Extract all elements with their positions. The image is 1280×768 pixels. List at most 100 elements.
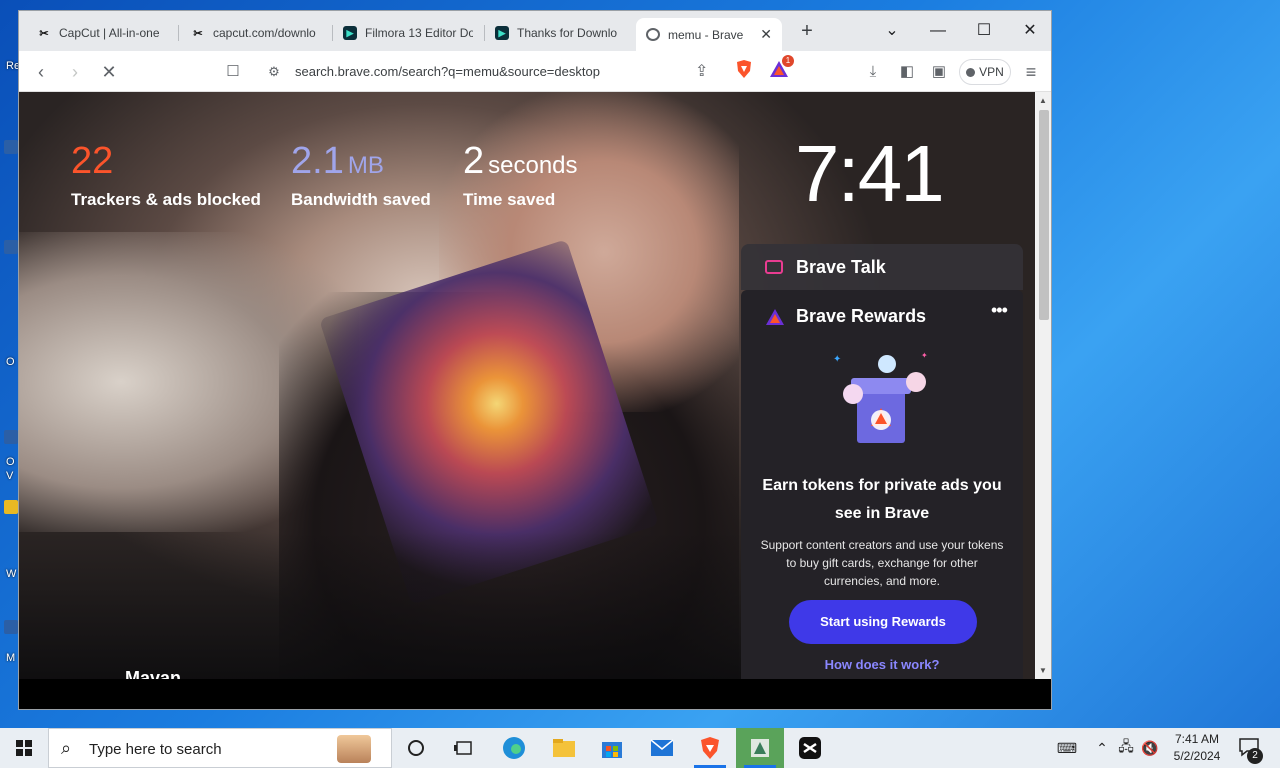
brave-talk-widget[interactable]: Brave Talk xyxy=(741,244,1023,290)
microsoft-store-icon[interactable] xyxy=(588,728,636,768)
desktop-icon-label: W xyxy=(6,568,17,580)
desktop-icon-label: V xyxy=(6,470,14,482)
windows-start-icon[interactable] xyxy=(0,728,48,768)
stat-label: Time saved xyxy=(463,190,556,209)
capcut-icon: ✂ xyxy=(39,27,49,40)
keyboard-icon[interactable]: ⌨ xyxy=(1052,728,1082,768)
tab-search-chevron-icon[interactable]: ⌄ xyxy=(877,19,907,43)
clock: 7:41 xyxy=(795,129,945,218)
rewards-badge: 1 xyxy=(782,55,794,67)
desktop-app-icon[interactable] xyxy=(4,500,18,514)
brave-shields-icon[interactable] xyxy=(735,59,753,79)
stat-bandwidth: 2.1 MB Bandwidth saved xyxy=(291,140,431,210)
more-options-icon[interactable]: ••• xyxy=(991,300,1008,321)
back-button[interactable]: ‹ xyxy=(29,60,53,84)
desktop-icon-label: M xyxy=(6,652,16,664)
rewards-description: Support content creators and use your to… xyxy=(760,538,1004,588)
taskbar-date: 5/2/2024 xyxy=(1173,749,1221,763)
network-icon[interactable]: 🖧 xyxy=(1114,728,1138,768)
edge-icon[interactable] xyxy=(490,728,538,768)
stop-loading-button[interactable]: ✕ xyxy=(97,60,121,84)
close-tab-icon[interactable]: ✕ xyxy=(760,26,772,43)
share-icon[interactable]: ⇪ xyxy=(695,61,708,81)
menu-icon[interactable]: ≡ xyxy=(1019,60,1043,84)
start-using-rewards-button[interactable]: Start using Rewards xyxy=(789,600,977,644)
rewards-gift-illustration-icon: ✦ ✦ xyxy=(833,351,928,443)
page-scrollbar[interactable]: ▲ ▼ xyxy=(1036,92,1051,679)
minimize-button[interactable]: — xyxy=(923,19,953,43)
taskbar: ⌕ Type here to search ⌨ ⌃ 🖧 🔇 7:41 AM 5/… xyxy=(0,728,1280,768)
tab-filmora[interactable]: ▶ Filmora 13 Editor Do xyxy=(333,18,483,48)
svg-text:✦: ✦ xyxy=(921,351,928,360)
maximize-button[interactable]: ☐ xyxy=(969,19,999,43)
search-icon: ⌕ xyxy=(61,738,72,758)
capcut-icon: ✂ xyxy=(193,27,203,40)
file-explorer-icon[interactable] xyxy=(540,728,588,768)
chevron-up-icon[interactable]: ⌃ xyxy=(1092,728,1112,768)
new-tab-page: 22 Trackers & ads blocked 2.1 MB Bandwidt… xyxy=(19,92,1035,679)
top-sites-label: Mavan xyxy=(125,668,182,679)
cortana-icon[interactable] xyxy=(392,728,440,768)
vpn-button[interactable]: VPN xyxy=(959,59,1011,85)
scroll-up-icon[interactable]: ▲ xyxy=(1039,96,1047,105)
how-does-it-work-link[interactable]: How does it work? xyxy=(757,657,1007,672)
globe-icon xyxy=(646,28,660,41)
forward-button[interactable]: › xyxy=(63,60,87,84)
vpn-status-icon xyxy=(966,67,976,77)
video-camera-icon xyxy=(765,260,783,274)
tab-title: capcut.com/downlo xyxy=(213,26,316,40)
tab-title: CapCut | All-in-one xyxy=(59,26,160,40)
tab-title: memu - Brave xyxy=(668,27,744,42)
notification-count-badge: 2 xyxy=(1247,748,1263,764)
desktop-app-icon[interactable] xyxy=(4,430,18,444)
filmora-icon: ▶ xyxy=(343,26,357,40)
vpn-label: VPN xyxy=(979,65,1004,79)
tab-capcut[interactable]: ✂ CapCut | All-in-one xyxy=(27,18,177,48)
desktop-app-icon[interactable] xyxy=(4,620,18,634)
svg-text:✦: ✦ xyxy=(833,354,841,365)
stat-label: Trackers & ads blocked xyxy=(71,190,261,209)
stat-trackers: 22 Trackers & ads blocked xyxy=(71,140,261,210)
desktop-icon-label: O xyxy=(6,456,15,468)
mail-icon[interactable] xyxy=(638,728,686,768)
browser-toolbar: ‹ › ✕ ☐ ⚙ search.brave.com/search?q=memu… xyxy=(19,51,1051,92)
volume-muted-icon[interactable]: 🔇 xyxy=(1140,728,1160,768)
brave-taskbar-icon[interactable] xyxy=(686,728,734,768)
memu-installer-icon[interactable] xyxy=(736,728,784,768)
address-bar[interactable]: ⚙ search.brave.com/search?q=memu&source=… xyxy=(257,57,797,87)
stat-unit: seconds xyxy=(488,152,578,179)
stat-label: Bandwidth saved xyxy=(291,190,431,209)
stat-unit: MB xyxy=(347,152,384,179)
url-text[interactable]: search.brave.com/search?q=memu&source=de… xyxy=(295,64,600,79)
sidebar-toggle-icon[interactable]: ◧ xyxy=(895,60,919,84)
brave-talk-title: Brave Talk xyxy=(796,257,886,277)
tab-title: Filmora 13 Editor Do xyxy=(365,26,473,40)
new-tab-button[interactable]: + xyxy=(795,20,819,44)
scroll-down-icon[interactable]: ▼ xyxy=(1039,666,1047,675)
search-highlight-icon xyxy=(337,735,371,763)
bookmark-icon[interactable]: ☐ xyxy=(221,60,245,84)
tab-memu-active[interactable]: memu - Brave ✕ xyxy=(636,18,782,51)
search-placeholder: Type here to search xyxy=(89,741,222,758)
close-window-button[interactable]: ✕ xyxy=(1015,19,1045,43)
desktop-app-icon[interactable] xyxy=(4,140,18,154)
brave-rewards-triangle-icon xyxy=(766,309,784,325)
taskbar-time: 7:41 AM xyxy=(1174,732,1220,746)
brave-rewards-title: Brave Rewards xyxy=(796,306,927,326)
site-settings-icon[interactable]: ⚙ xyxy=(265,63,283,81)
downloads-icon[interactable]: ⤓ xyxy=(861,60,885,84)
tab-filmora-thanks[interactable]: ▶ Thanks for Downlo xyxy=(485,18,635,48)
rewards-headline: Earn tokens for private ads you see in B… xyxy=(762,477,1002,522)
task-view-icon[interactable] xyxy=(440,728,488,768)
taskbar-search-box[interactable]: ⌕ Type here to search xyxy=(48,728,392,768)
wallet-icon[interactable]: ▣ xyxy=(927,60,951,84)
desktop-app-icon[interactable] xyxy=(4,240,18,254)
stat-value: 2 xyxy=(463,140,485,182)
scroll-thumb[interactable] xyxy=(1039,110,1049,320)
taskbar-clock[interactable]: 7:41 AM 5/2/2024 xyxy=(1160,731,1234,765)
tab-capcut-download[interactable]: ✂ capcut.com/downlo xyxy=(181,18,331,48)
stat-value: 22 xyxy=(71,140,114,182)
stat-time: 2 seconds Time saved xyxy=(463,140,578,210)
tab-strip: ✂ CapCut | All-in-one ✂ capcut.com/downl… xyxy=(19,11,1051,51)
capcut-taskbar-icon[interactable] xyxy=(786,728,834,768)
